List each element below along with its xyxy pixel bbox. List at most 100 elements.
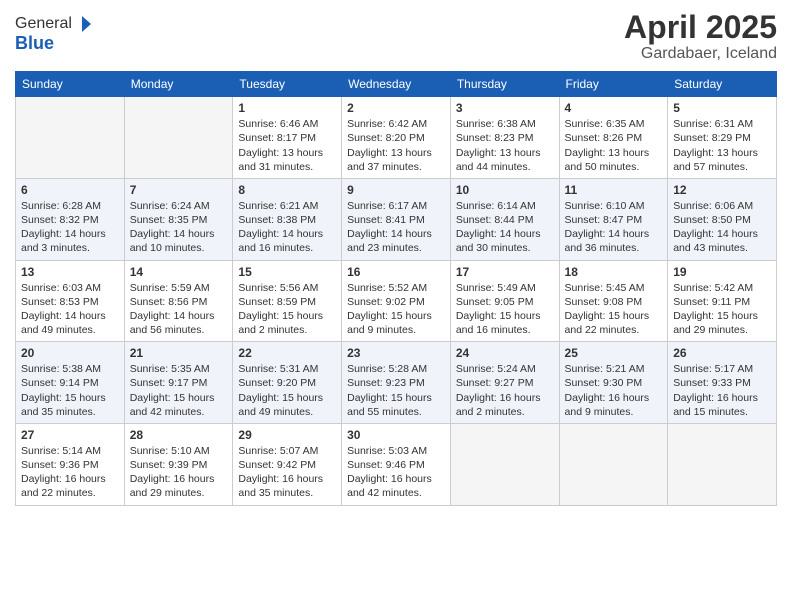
weekday-header-tuesday: Tuesday [233, 72, 342, 97]
day-info: Sunrise: 6:46 AMSunset: 8:17 PMDaylight:… [238, 117, 336, 174]
day-number: 23 [347, 346, 445, 360]
day-number: 20 [21, 346, 119, 360]
calendar-day-cell: 3 Sunrise: 6:38 AMSunset: 8:23 PMDaylight… [450, 97, 559, 179]
calendar-day-cell: 26 Sunrise: 5:17 AMSunset: 9:33 PMDayligh… [668, 342, 777, 424]
day-number: 3 [456, 101, 554, 115]
calendar-day-cell: 14 Sunrise: 5:59 AMSunset: 8:56 PMDayligh… [124, 260, 233, 342]
day-number: 30 [347, 428, 445, 442]
calendar-day-cell: 13 Sunrise: 6:03 AMSunset: 8:53 PMDayligh… [16, 260, 125, 342]
day-info: Sunrise: 5:14 AMSunset: 9:36 PMDaylight:… [21, 444, 119, 501]
calendar-subtitle: Gardabaer, Iceland [624, 45, 777, 63]
day-info: Sunrise: 5:45 AMSunset: 9:08 PMDaylight:… [565, 281, 663, 338]
calendar-day-cell: 10Sunrise: 6:14 AMSunset: 8:44 PMDayligh… [450, 178, 559, 260]
calendar-week-row: 20 Sunrise: 5:38 AMSunset: 9:14 PMDayligh… [16, 342, 777, 424]
calendar-day-cell [124, 97, 233, 179]
day-info: Sunrise: 6:10 AMSunset: 8:47 PMDaylight:… [565, 199, 663, 256]
day-info: Sunrise: 5:17 AMSunset: 9:33 PMDaylight:… [673, 362, 771, 419]
day-info: Sunrise: 5:59 AMSunset: 8:56 PMDaylight:… [130, 281, 228, 338]
day-info: Sunrise: 5:49 AMSunset: 9:05 PMDaylight:… [456, 281, 554, 338]
day-number: 28 [130, 428, 228, 442]
day-number: 16 [347, 265, 445, 279]
day-number: 11 [565, 183, 663, 197]
calendar-day-cell: 25 Sunrise: 5:21 AMSunset: 9:30 PMDayligh… [559, 342, 668, 424]
day-number: 12 [673, 183, 771, 197]
calendar-day-cell: 8Sunrise: 6:21 AMSunset: 8:38 PMDaylight… [233, 178, 342, 260]
calendar-day-cell: 23 Sunrise: 5:28 AMSunset: 9:23 PMDayligh… [342, 342, 451, 424]
calendar-day-cell: 29Sunrise: 5:07 AMSunset: 9:42 PMDayligh… [233, 423, 342, 505]
day-number: 5 [673, 101, 771, 115]
calendar-day-cell: 12Sunrise: 6:06 AMSunset: 8:50 PMDayligh… [668, 178, 777, 260]
calendar-day-cell [450, 423, 559, 505]
day-info: Sunrise: 6:03 AMSunset: 8:53 PMDaylight:… [21, 281, 119, 338]
calendar-week-row: 1 Sunrise: 6:46 AMSunset: 8:17 PMDaylight… [16, 97, 777, 179]
day-info: Sunrise: 5:52 AMSunset: 9:02 PMDaylight:… [347, 281, 445, 338]
calendar-day-cell [668, 423, 777, 505]
day-number: 18 [565, 265, 663, 279]
calendar-day-cell: 30 Sunrise: 5:03 AMSunset: 9:46 PMDayligh… [342, 423, 451, 505]
day-number: 27 [21, 428, 119, 442]
calendar-day-cell [559, 423, 668, 505]
day-info: Sunrise: 5:42 AMSunset: 9:11 PMDaylight:… [673, 281, 771, 338]
calendar-day-cell: 18 Sunrise: 5:45 AMSunset: 9:08 PMDayligh… [559, 260, 668, 342]
day-info: Sunrise: 5:56 AMSunset: 8:59 PMDaylight:… [238, 281, 336, 338]
logo-blue-text: Blue [15, 33, 54, 53]
day-number: 1 [238, 101, 336, 115]
logo: General Blue [15, 15, 92, 54]
day-info: Sunrise: 6:28 AMSunset: 8:32 PMDaylight:… [21, 199, 119, 256]
day-info: Sunrise: 5:28 AMSunset: 9:23 PMDaylight:… [347, 362, 445, 419]
weekday-header-friday: Friday [559, 72, 668, 97]
day-number: 21 [130, 346, 228, 360]
day-number: 26 [673, 346, 771, 360]
calendar-day-cell: 28 Sunrise: 5:10 AMSunset: 9:39 PMDayligh… [124, 423, 233, 505]
day-info: Sunrise: 6:14 AMSunset: 8:44 PMDaylight:… [456, 199, 554, 256]
calendar-day-cell: 19 Sunrise: 5:42 AMSunset: 9:11 PMDayligh… [668, 260, 777, 342]
calendar-day-cell: 6 Sunrise: 6:28 AMSunset: 8:32 PMDaylight… [16, 178, 125, 260]
calendar-day-cell: 9 Sunrise: 6:17 AMSunset: 8:41 PMDaylight… [342, 178, 451, 260]
day-info: Sunrise: 6:24 AMSunset: 8:35 PMDaylight:… [130, 199, 228, 256]
day-number: 19 [673, 265, 771, 279]
day-number: 15 [238, 265, 336, 279]
logo-flag-icon [73, 15, 91, 33]
weekday-header-thursday: Thursday [450, 72, 559, 97]
day-info: Sunrise: 6:35 AMSunset: 8:26 PMDaylight:… [565, 117, 663, 174]
calendar-week-row: 13 Sunrise: 6:03 AMSunset: 8:53 PMDayligh… [16, 260, 777, 342]
calendar-day-cell: 1 Sunrise: 6:46 AMSunset: 8:17 PMDaylight… [233, 97, 342, 179]
page: General Blue April 2025 Gardabaer, Icela… [0, 0, 792, 612]
day-info: Sunrise: 5:21 AMSunset: 9:30 PMDaylight:… [565, 362, 663, 419]
day-number: 4 [565, 101, 663, 115]
weekday-header-monday: Monday [124, 72, 233, 97]
day-info: Sunrise: 6:38 AMSunset: 8:23 PMDaylight:… [456, 117, 554, 174]
calendar-day-cell [16, 97, 125, 179]
day-number: 13 [21, 265, 119, 279]
calendar-day-cell: 22Sunrise: 5:31 AMSunset: 9:20 PMDayligh… [233, 342, 342, 424]
weekday-header-sunday: Sunday [16, 72, 125, 97]
calendar-day-cell: 15 Sunrise: 5:56 AMSunset: 8:59 PMDayligh… [233, 260, 342, 342]
day-info: Sunrise: 6:17 AMSunset: 8:41 PMDaylight:… [347, 199, 445, 256]
day-number: 14 [130, 265, 228, 279]
calendar-day-cell: 5Sunrise: 6:31 AMSunset: 8:29 PMDaylight… [668, 97, 777, 179]
day-number: 7 [130, 183, 228, 197]
weekday-header-row: SundayMondayTuesdayWednesdayThursdayFrid… [16, 72, 777, 97]
header: General Blue April 2025 Gardabaer, Icela… [15, 10, 777, 63]
calendar-day-cell: 17Sunrise: 5:49 AMSunset: 9:05 PMDayligh… [450, 260, 559, 342]
day-info: Sunrise: 5:38 AMSunset: 9:14 PMDaylight:… [21, 362, 119, 419]
day-number: 24 [456, 346, 554, 360]
day-info: Sunrise: 5:07 AMSunset: 9:42 PMDaylight:… [238, 444, 336, 501]
calendar-day-cell: 16 Sunrise: 5:52 AMSunset: 9:02 PMDayligh… [342, 260, 451, 342]
day-info: Sunrise: 6:21 AMSunset: 8:38 PMDaylight:… [238, 199, 336, 256]
day-number: 25 [565, 346, 663, 360]
day-number: 22 [238, 346, 336, 360]
calendar-day-cell: 21Sunrise: 5:35 AMSunset: 9:17 PMDayligh… [124, 342, 233, 424]
calendar-week-row: 6 Sunrise: 6:28 AMSunset: 8:32 PMDaylight… [16, 178, 777, 260]
day-info: Sunrise: 5:10 AMSunset: 9:39 PMDaylight:… [130, 444, 228, 501]
logo-general-text: General [15, 15, 72, 33]
calendar-day-cell: 24 Sunrise: 5:24 AMSunset: 9:27 PMDayligh… [450, 342, 559, 424]
day-number: 9 [347, 183, 445, 197]
day-info: Sunrise: 5:24 AMSunset: 9:27 PMDaylight:… [456, 362, 554, 419]
calendar-day-cell: 27 Sunrise: 5:14 AMSunset: 9:36 PMDayligh… [16, 423, 125, 505]
calendar-day-cell: 4 Sunrise: 6:35 AMSunset: 8:26 PMDaylight… [559, 97, 668, 179]
day-number: 6 [21, 183, 119, 197]
calendar-day-cell: 2Sunrise: 6:42 AMSunset: 8:20 PMDaylight… [342, 97, 451, 179]
day-info: Sunrise: 6:42 AMSunset: 8:20 PMDaylight:… [347, 117, 445, 174]
day-info: Sunrise: 5:03 AMSunset: 9:46 PMDaylight:… [347, 444, 445, 501]
